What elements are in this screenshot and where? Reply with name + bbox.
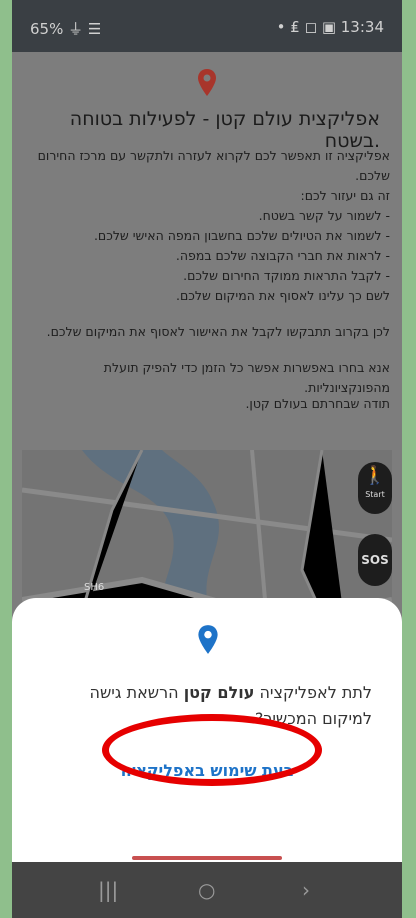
start-label: Start [365, 490, 385, 499]
paragraph-collect: לשם כך עלינו לאסוף את המיקום שלכם. [176, 288, 390, 303]
permission-question: לתת לאפליקציה עולם קטן הרשאת גישה למיקום… [42, 680, 372, 732]
location-pin-icon [198, 625, 218, 654]
paragraph-thanks: תודה שבחרתם בעולם קטן. [245, 396, 390, 411]
home-icon[interactable]: ○ [198, 878, 215, 902]
walker-icon: 🚶 [363, 465, 387, 486]
road-label: SH6 [84, 582, 105, 593]
question-prefix: לתת לאפליקציה [254, 683, 372, 702]
bullet-3: - לראות את חברי הקבוצה שלכם במפה. [175, 248, 390, 263]
status-left: 65% ⏚ ☰ [30, 20, 102, 38]
bullet-1: - לשמור על קשר בשטח. [258, 208, 390, 223]
recent-apps-icon[interactable]: ||| [98, 878, 118, 902]
location-pin-icon [198, 69, 216, 96]
phone-screen: 65% ⏚ ☰ • ₤ ◻ ▣ 13:34 אפליקצית עולם קטן … [12, 0, 402, 918]
status-right: • ₤ ◻ ▣ 13:34 [276, 18, 384, 36]
also-line: זה גם יעזור לכם: [300, 188, 391, 203]
app-name: עולם קטן [183, 683, 255, 702]
underlying-button-edge [132, 856, 282, 860]
back-icon[interactable]: › [302, 878, 310, 902]
paragraph-permission: לכן בקרוב תתבקשו לקבל את האישור לאסוף את… [46, 324, 390, 339]
status-bar: 65% ⏚ ☰ • ₤ ◻ ▣ 13:34 [12, 0, 402, 52]
navigation-bar: ||| ○ › [12, 862, 402, 918]
intro-text: אפליקציה זו תאפשר לכם לקרוא לעזרה ולתקשר… [24, 146, 390, 286]
bullet-4: - לקבל התראות ממוקד החירום שלכם. [183, 268, 390, 283]
intro-line: אפליקציה זו תאפשר לכם לקרוא לעזרה ולתקשר… [37, 148, 390, 183]
allow-while-using-button[interactable]: בעת שימוש באפליקציה [52, 750, 362, 790]
app-screen: אפליקצית עולם קטן - לפעילות בטוחה בשטח. … [12, 52, 402, 908]
sos-button[interactable]: SOS [358, 534, 392, 586]
start-button[interactable]: 🚶 Start [358, 462, 392, 514]
bullet-2: - לשמור את הטיולים שלכם בחשבון המפה האיש… [93, 228, 390, 243]
paragraph-always: אנא בחרו באפשרות אפשר כל הזמן כדי להפיק … [103, 360, 390, 395]
